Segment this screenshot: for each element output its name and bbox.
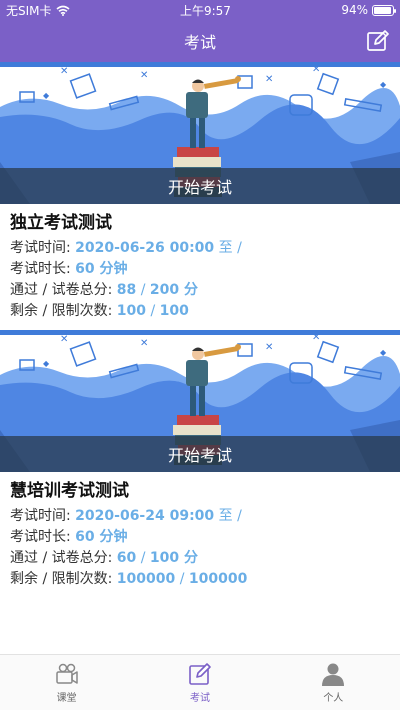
tab-label: 课堂: [56, 693, 77, 704]
exam-duration-label: 考试时长:: [10, 529, 76, 545]
status-right: 94%: [341, 3, 396, 17]
exam-duration-value: 60 分钟: [75, 261, 128, 277]
exam-time-to: 至 /: [214, 240, 242, 256]
exam-pass-score: 88: [116, 282, 137, 298]
svg-text:◆: ◆: [380, 348, 387, 357]
status-bar: 无SIM卡 上午9:57 94%: [0, 0, 400, 20]
nav-bar: 考试: [0, 20, 400, 62]
start-exam-label: 开始考试: [167, 446, 232, 465]
exam-total-score: 100 分: [149, 550, 199, 566]
exam-banner[interactable]: ✕ ✕ ✕ ✕ ◆ ◆ 开始考试: [0, 330, 400, 472]
svg-text:✕: ✕: [140, 338, 148, 349]
svg-text:◆: ◆: [43, 359, 50, 368]
exam-time-label: 考试时间:: [10, 240, 76, 256]
exam-time-value: 2020-06-24 09:00: [75, 508, 215, 524]
svg-text:✕: ✕: [60, 334, 68, 345]
svg-text:✕: ✕: [312, 64, 320, 75]
exam-attempts-label: 剩余 / 限制次数:: [10, 571, 117, 587]
battery-percent: 94%: [341, 3, 368, 17]
exam-title: 慧培训考试测试: [10, 481, 129, 501]
exam-time-to: 至 /: [214, 508, 242, 524]
exam-time-value: 2020-06-26 00:00: [75, 240, 215, 256]
exam-attempts-row: 剩余 / 限制次数: 100 / 100: [10, 303, 189, 319]
tab-exam[interactable]: 考试: [133, 655, 266, 710]
exam-score-row: 通过 / 试卷总分: 60 / 100 分: [10, 550, 199, 566]
battery-fill: [373, 6, 391, 14]
exam-remaining: 100: [116, 303, 147, 319]
exam-duration-label: 考试时长:: [10, 261, 76, 277]
exam-attempts-label: 剩余 / 限制次数:: [10, 303, 117, 319]
exam-duration-row: 考试时长: 60 分钟: [10, 259, 390, 280]
edit-icon: [189, 663, 211, 685]
exam-banner[interactable]: ✕ ✕ ✕ ✕ ◆ ◆ 开始考试: [0, 62, 400, 204]
exam-limit: 100: [159, 303, 189, 319]
page-title: 考试: [183, 33, 216, 52]
tab-label: 个人: [323, 693, 344, 704]
exam-duration-row: 考试时长: 60 分钟: [10, 527, 390, 548]
exam-limit: 100000: [188, 571, 248, 587]
exam-score-label: 通过 / 试卷总分:: [10, 282, 117, 298]
exam-time-row: 考试时间: 2020-06-24 09:00 至 /: [10, 506, 390, 527]
wifi-icon: [56, 5, 70, 16]
exam-time-label: 考试时间:: [10, 508, 76, 524]
exam-remaining: 100000: [116, 571, 176, 587]
svg-text:✕: ✕: [265, 342, 273, 353]
exam-score-label: 通过 / 试卷总分:: [10, 550, 117, 566]
svg-text:✕: ✕: [60, 66, 68, 77]
exam-score-row: 通过 / 试卷总分: 88 / 200 分: [10, 282, 199, 298]
exam-title: 独立考试测试: [10, 213, 112, 233]
exam-card[interactable]: ✕ ✕ ✕ ✕ ◆ ◆ 开始考试 独立考试测试 考试时间: 2020-06-26…: [0, 62, 400, 330]
start-exam-button[interactable]: 开始考试: [0, 168, 400, 204]
clock: 上午9:57: [179, 3, 231, 18]
start-exam-label: 开始考试: [167, 178, 232, 197]
battery-icon: [371, 4, 396, 16]
svg-text:◆: ◆: [380, 80, 387, 89]
svg-text:✕: ✕: [265, 74, 273, 85]
tab-classroom[interactable]: 课堂: [0, 655, 133, 710]
camera-icon: [55, 663, 78, 684]
svg-text:✕: ✕: [140, 70, 148, 81]
svg-text:✕: ✕: [312, 332, 320, 343]
exam-info: 慧培训考试测试 考试时间: 2020-06-24 09:00 至 / 考试时长:…: [0, 472, 400, 590]
exam-total-score: 200 分: [149, 282, 199, 298]
start-exam-button[interactable]: 开始考试: [0, 436, 400, 472]
person-icon: [322, 663, 345, 686]
exam-time-row: 考试时间: 2020-06-26 00:00 至 /: [10, 238, 390, 259]
exam-duration-value: 60 分钟: [75, 529, 128, 545]
exam-info: 独立考试测试 考试时间: 2020-06-26 00:00 至 / 考试时长: …: [0, 204, 400, 322]
svg-text:◆: ◆: [43, 91, 50, 100]
edit-icon[interactable]: [366, 29, 390, 53]
tab-bar: 课堂 考试 个人: [0, 654, 400, 710]
carrier-label: 无SIM卡: [6, 3, 52, 18]
exam-attempts-row: 剩余 / 限制次数: 100000 / 100000: [10, 571, 248, 587]
tab-profile[interactable]: 个人: [267, 655, 400, 710]
status-left: 无SIM卡: [6, 2, 70, 19]
exam-list: ✕ ✕ ✕ ✕ ◆ ◆ 开始考试 独立考试测试 考试时间: 2020-06-26…: [0, 62, 400, 654]
exam-pass-score: 60: [116, 550, 137, 566]
tab-label: 考试: [189, 693, 210, 704]
exam-card[interactable]: ✕ ✕ ✕ ✕ ◆ ◆ 开始考试 慧培训考试测试 考试时间: 2020-06-2…: [0, 330, 400, 600]
